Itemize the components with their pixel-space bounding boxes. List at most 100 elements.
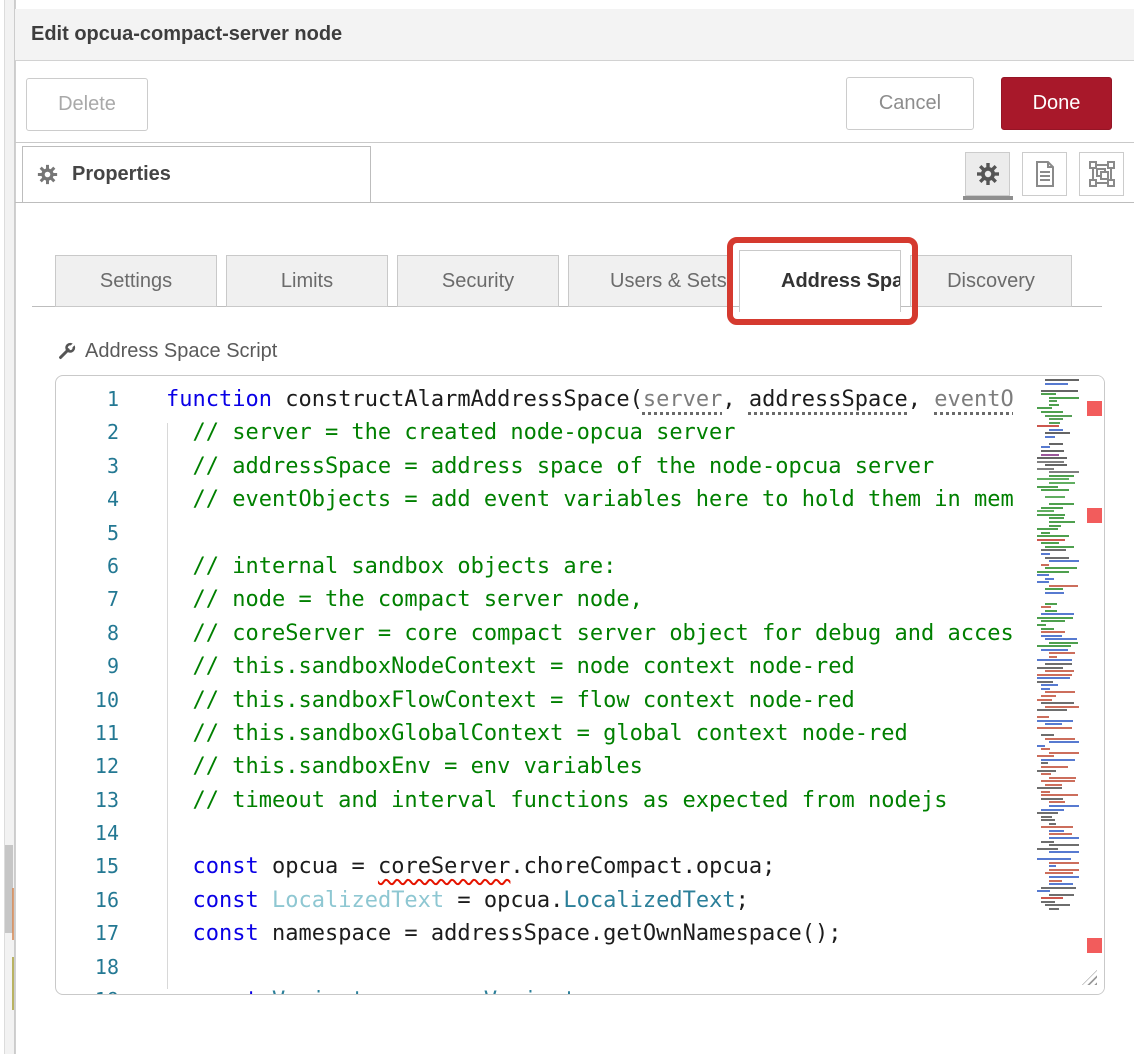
- minimap-line: [1041, 411, 1063, 413]
- tab-address-space[interactable]: Address Space: [739, 250, 901, 312]
- code-token: [166, 921, 193, 946]
- minimap-line: [1037, 787, 1062, 789]
- code-token: eventO: [934, 387, 1013, 412]
- code-line: const LocalizedText = opcua.LocalizedTex…: [166, 884, 1036, 917]
- tab-discovery[interactable]: Discovery: [910, 255, 1072, 307]
- minimap-line: [1041, 766, 1068, 768]
- minimap-line: [1037, 890, 1050, 892]
- minimap-line: [1045, 592, 1064, 594]
- properties-tab-label: Properties: [37, 163, 171, 186]
- minimap-line: [1041, 897, 1063, 899]
- tab-properties[interactable]: Properties: [22, 146, 371, 202]
- properties-view-button[interactable]: [965, 152, 1010, 196]
- line-number: 16: [56, 884, 119, 917]
- minimap-line: [1041, 798, 1063, 800]
- minimap-line: [1037, 681, 1053, 683]
- minimap-line: [1049, 656, 1057, 658]
- minimap-line: [1049, 851, 1079, 853]
- minimap-line: [1045, 432, 1070, 434]
- error-marker[interactable]: [1087, 508, 1102, 523]
- minimap-line: [1041, 542, 1059, 544]
- line-number: 2: [56, 416, 119, 449]
- code-token: Variant: [272, 988, 365, 995]
- minimap-line: [1037, 674, 1072, 676]
- tab-limits[interactable]: Limits: [226, 255, 388, 307]
- code-editor[interactable]: 12345678910111213141516171819 function c…: [55, 375, 1105, 995]
- code-area[interactable]: function constructAlarmAddressSpace(serv…: [166, 383, 1036, 995]
- minimap-line: [1045, 557, 1069, 559]
- minimap-line: [1037, 720, 1073, 722]
- code-token: const: [193, 921, 272, 946]
- minimap-line: [1041, 816, 1052, 818]
- minimap-line: [1049, 560, 1082, 562]
- minimap-line: [1045, 379, 1079, 381]
- tab-label: Users & Sets: [610, 270, 727, 293]
- minimap-line: [1037, 745, 1045, 747]
- minimap-line: [1037, 659, 1072, 661]
- code-token: // timeout and interval functions as exp…: [166, 788, 947, 813]
- line-number: 9: [56, 650, 119, 683]
- description-view-button[interactable]: [1022, 152, 1067, 196]
- code-token: opcua =: [272, 854, 378, 879]
- error-marker[interactable]: [1087, 938, 1102, 953]
- code-line: // server = the created node-opcua serve…: [166, 416, 1036, 449]
- minimap[interactable]: [1036, 379, 1079, 939]
- minimap-line: [1037, 624, 1046, 626]
- minimap-line: [1037, 407, 1052, 409]
- minimap-line: [1037, 848, 1058, 850]
- error-marker[interactable]: [1087, 401, 1102, 416]
- minimap-line: [1045, 546, 1074, 548]
- tab-users-sets[interactable]: Users & Sets: [568, 255, 730, 307]
- minimap-line: [1049, 400, 1057, 402]
- minimap-line: [1041, 794, 1078, 796]
- minimap-line: [1049, 525, 1061, 527]
- minimap-line: [1041, 454, 1059, 456]
- minimap-line: [1049, 482, 1075, 484]
- minimap-line: [1045, 663, 1072, 665]
- code-token: addressSpace: [749, 387, 908, 412]
- minimap-line: [1037, 539, 1065, 541]
- minimap-line: [1041, 684, 1058, 686]
- line-number: 15: [56, 850, 119, 883]
- minimap-line: [1037, 574, 1049, 576]
- code-token: // server = the created node-opcua serve…: [166, 420, 736, 445]
- minimap-line: [1041, 606, 1051, 608]
- code-line: [166, 517, 1036, 550]
- delete-button[interactable]: Delete: [26, 78, 148, 131]
- code-token: coreServer: [378, 854, 510, 879]
- overview-ruler[interactable]: [1079, 376, 1105, 994]
- minimap-line: [1041, 613, 1074, 615]
- minimap-line: [1041, 620, 1065, 622]
- minimap-line: [1037, 727, 1072, 729]
- code-token: ;: [577, 988, 590, 995]
- code-token: // this.sandboxFlowContext = flow contex…: [166, 688, 855, 713]
- minimap-line: [1041, 841, 1054, 843]
- minimap-line: [1041, 446, 1050, 448]
- code-token: ,: [722, 387, 749, 412]
- dialog-title: Edit opcua-compact-server node: [31, 23, 342, 46]
- minimap-line: [1037, 457, 1067, 459]
- dialog-left-border: [14, 0, 15, 1054]
- minimap-line: [1049, 833, 1072, 835]
- code-token: // node = the compact server node,: [166, 587, 643, 612]
- tab-settings[interactable]: Settings: [55, 255, 217, 307]
- done-button[interactable]: Done: [1001, 77, 1112, 130]
- tab-security[interactable]: Security: [397, 255, 559, 307]
- cancel-button[interactable]: Cancel: [846, 77, 974, 130]
- minimap-line: [1041, 635, 1062, 637]
- minimap-line: [1045, 588, 1063, 590]
- minimap-line: [1041, 773, 1051, 775]
- document-icon: [1033, 161, 1057, 187]
- line-number: 17: [56, 917, 119, 950]
- appearance-view-button[interactable]: [1079, 152, 1124, 196]
- minimap-line: [1045, 723, 1062, 725]
- minimap-line: [1037, 581, 1049, 583]
- code-token: ;: [736, 888, 749, 913]
- section-label: Address Space Script: [55, 340, 277, 363]
- code-token: LocalizedText: [563, 888, 735, 913]
- page-edge-artifact: [12, 888, 14, 940]
- minimap-line: [1037, 535, 1069, 537]
- minimap-line: [1049, 585, 1078, 587]
- line-number: 18: [56, 951, 119, 984]
- code-token: namespace = addressSpace.getOwnNamespace…: [272, 921, 842, 946]
